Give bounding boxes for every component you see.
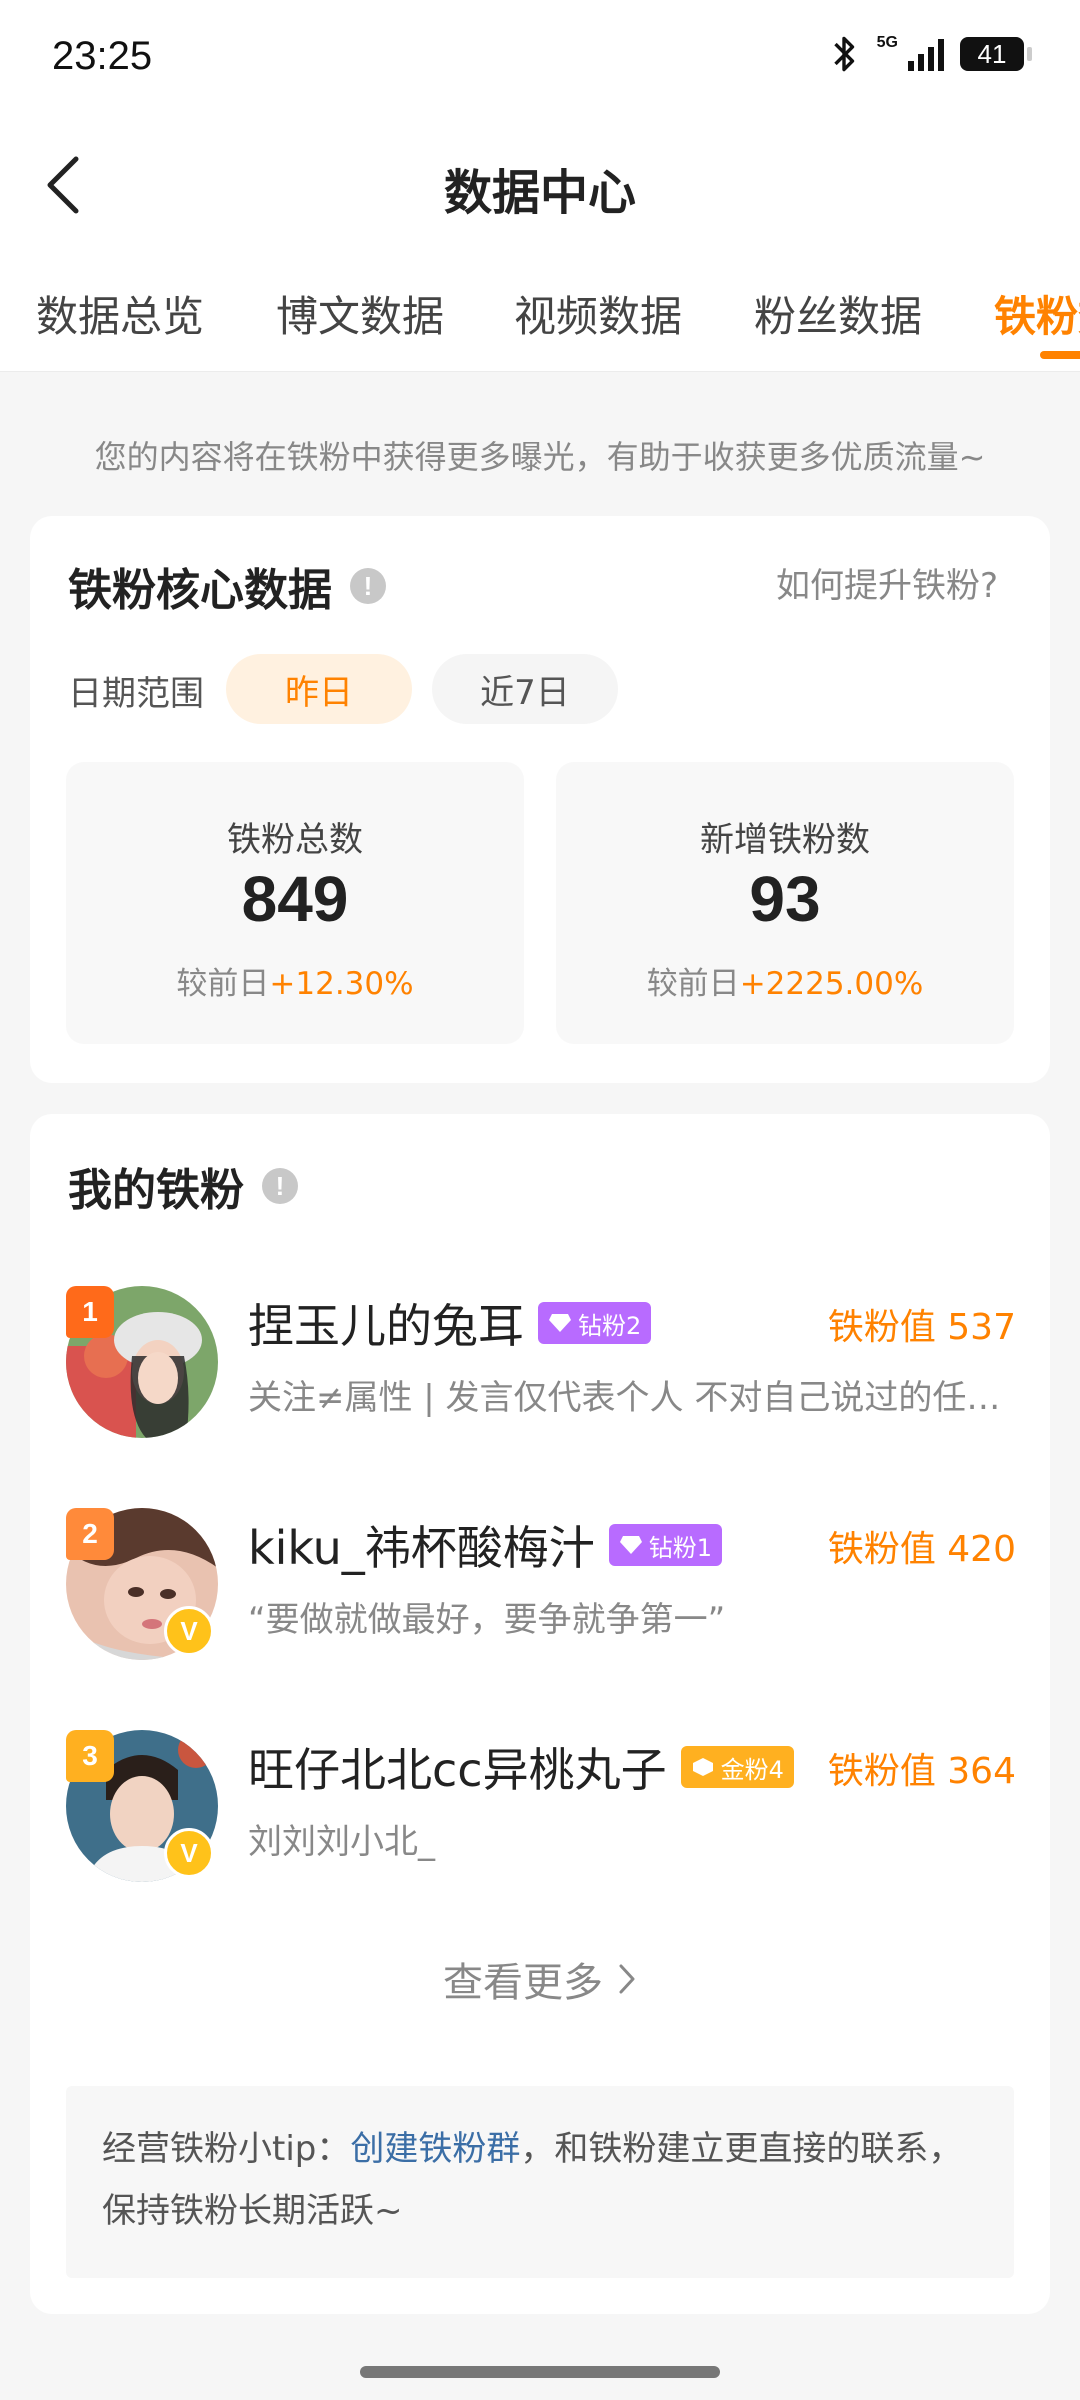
status-time: 23:25 xyxy=(52,34,153,78)
range-yesterday-button[interactable]: 昨日 xyxy=(226,654,412,724)
fan-desc: 刘刘刘小北_ xyxy=(248,1822,435,1862)
rank-badge: 1 xyxy=(66,1286,114,1338)
verified-icon: V xyxy=(164,1606,214,1656)
page-title: 数据中心 xyxy=(443,165,636,221)
stat-label: 铁粉总数 xyxy=(227,820,363,860)
fan-desc: 关注≠属性 | 发言仅代表个人 不对自己说过的任何话负责 xyxy=(248,1378,1018,1418)
tab-iron-fans[interactable]: 铁粉数 xyxy=(994,283,1080,344)
core-card-title: 铁粉核心数据 xyxy=(68,565,332,616)
list-item[interactable]: 3 V 旺仔北北cc异桃丸子 金粉4 铁粉值 364 刘刘刘小北_ xyxy=(66,1722,1016,1882)
fan-score: 铁粉值 420 xyxy=(827,1529,1016,1570)
tip-box: 经营铁粉小tip：创建铁粉群，和铁粉建立更直接的联系，保持铁粉长期活跃~ xyxy=(66,2086,1014,2278)
stat-value: 93 xyxy=(749,863,821,935)
active-tab-indicator xyxy=(1040,351,1080,359)
fan-name-row: 捏玉儿的兔耳 钻粉2 xyxy=(248,1290,652,1356)
tab-fans-data[interactable]: 粉丝数据 xyxy=(754,283,922,344)
fan-score: 铁粉值 364 xyxy=(827,1751,1016,1792)
stat-new-fans: 新增铁粉数 93 较前日+2225.00% xyxy=(556,762,1014,1044)
view-more-button[interactable]: 查看更多 xyxy=(30,1950,1050,2008)
date-range-label: 日期范围 xyxy=(68,674,204,714)
status-icons: 5G 41 xyxy=(827,34,1032,74)
stat-value: 849 xyxy=(241,863,349,935)
fan-name: kiku_祎杯酸梅汁 xyxy=(248,1521,595,1575)
compare-delta: +2225.00% xyxy=(739,966,924,1002)
stat-compare: 较前日+2225.00% xyxy=(556,958,1014,1003)
bluetooth-icon xyxy=(833,36,854,72)
list-item[interactable]: 1 捏玉儿的兔耳 钻粉2 铁粉值 537 关注≠属性 | 发言仅代表个人 不对自… xyxy=(66,1278,1018,1438)
core-card-header: 铁粉核心数据 ! xyxy=(68,554,386,618)
home-indicator[interactable] xyxy=(360,2366,720,2378)
signal-icon xyxy=(908,37,944,71)
fan-desc: “要做就做最好，要争就争第一” xyxy=(248,1600,726,1640)
fan-score: 铁粉值 537 xyxy=(827,1307,1016,1348)
chevron-right-icon xyxy=(619,1964,635,1994)
tip-prefix: 经营铁粉小tip： xyxy=(102,2129,351,2169)
badge-label: 钻粉1 xyxy=(648,1533,713,1562)
badge-label: 金粉4 xyxy=(720,1755,784,1784)
avatar[interactable]: 3 V xyxy=(66,1730,218,1882)
list-item[interactable]: 2 V kiku_祎杯酸梅汁 钻粉1 铁粉值 420 “要做就做最好，要争就争第… xyxy=(66,1500,1016,1660)
fan-name: 旺仔北北cc异桃丸子 xyxy=(248,1743,667,1797)
tip-text: 经营铁粉小tip：创建铁粉群，和铁粉建立更直接的联系，保持铁粉长期活跃~ xyxy=(102,2118,978,2242)
status-bar: 23:25 5G 41 xyxy=(0,0,1080,125)
diamond-fan-badge: 钻粉2 xyxy=(538,1302,652,1344)
compare-prefix: 较前日 xyxy=(646,966,740,1002)
stat-total-fans: 铁粉总数 849 较前日+12.30% xyxy=(66,762,524,1044)
app-header: 数据中心 xyxy=(0,125,1080,245)
battery-icon: 41 xyxy=(960,37,1032,71)
compare-delta: +12.30% xyxy=(269,966,414,1002)
gold-fan-badge: 金粉4 xyxy=(680,1746,794,1788)
gold-gem-icon xyxy=(692,1758,713,1776)
info-icon[interactable]: ! xyxy=(262,1168,298,1204)
rank-badge: 3 xyxy=(66,1730,114,1782)
compare-prefix: 较前日 xyxy=(176,966,270,1002)
tab-bar: 数据总览 博文数据 视频数据 粉丝数据 铁粉数 xyxy=(0,245,1080,372)
rank-badge: 2 xyxy=(66,1508,114,1560)
core-data-card: 铁粉核心数据 ! 如何提升铁粉? 日期范围 昨日 近7日 铁粉总数 849 较前… xyxy=(30,516,1050,1083)
avatar[interactable]: 1 xyxy=(66,1286,218,1438)
badge-label: 钻粉2 xyxy=(578,1311,642,1340)
network-label: 5G xyxy=(876,34,898,51)
fans-card-header: 我的铁粉 ! xyxy=(68,1154,298,1218)
view-more-label: 查看更多 xyxy=(443,1960,603,2006)
avatar[interactable]: 2 V xyxy=(66,1508,218,1660)
verified-icon: V xyxy=(164,1828,214,1878)
fan-name-row: 旺仔北北cc异桃丸子 金粉4 xyxy=(248,1734,794,1800)
fan-name: 捏玉儿的兔耳 xyxy=(248,1299,524,1353)
diamond-icon xyxy=(619,1536,642,1554)
tab-post-data[interactable]: 博文数据 xyxy=(276,283,444,344)
help-link[interactable]: 如何提升铁粉? xyxy=(776,558,998,607)
create-group-link[interactable]: 创建铁粉群 xyxy=(350,2129,520,2169)
intro-text: 您的内容将在铁粉中获得更多曝光，有助于收获更多优质流量~ xyxy=(94,438,986,476)
fan-name-row: kiku_祎杯酸梅汁 钻粉1 xyxy=(248,1512,723,1578)
diamond-fan-badge: 钻粉1 xyxy=(608,1524,723,1566)
info-icon[interactable]: ! xyxy=(350,568,386,604)
range-7days-button[interactable]: 近7日 xyxy=(432,654,618,724)
diamond-icon xyxy=(549,1314,571,1332)
stat-compare: 较前日+12.30% xyxy=(66,958,524,1003)
stat-label: 新增铁粉数 xyxy=(700,820,870,860)
tab-overview[interactable]: 数据总览 xyxy=(36,283,204,344)
tab-video-data[interactable]: 视频数据 xyxy=(514,283,682,344)
my-fans-card: 我的铁粉 ! 1 捏玉儿的兔耳 钻粉2 铁粉值 537 关注≠属性 | 发言仅代… xyxy=(30,1114,1050,2314)
fans-card-title: 我的铁粉 xyxy=(68,1165,244,1216)
